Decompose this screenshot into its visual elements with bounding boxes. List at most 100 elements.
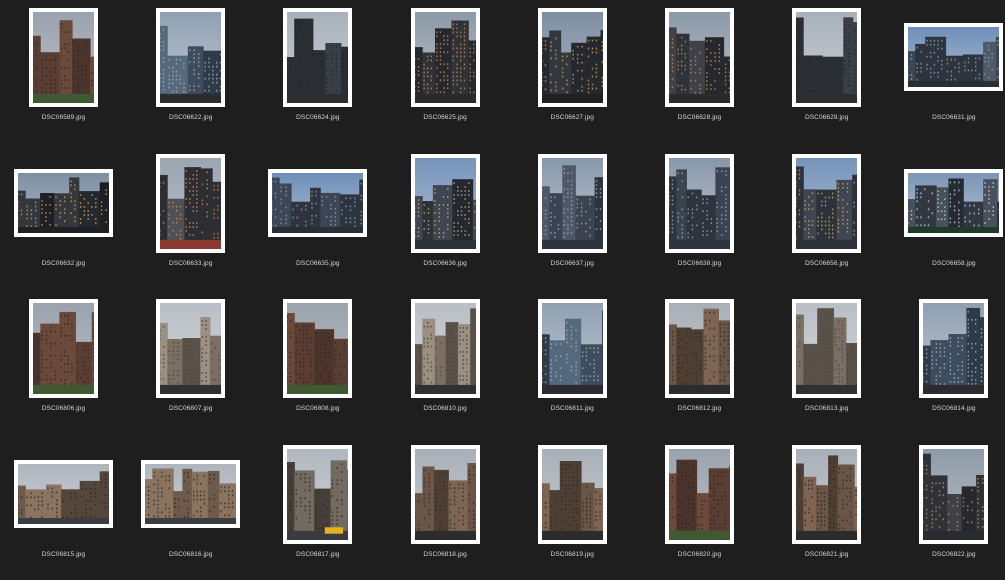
- file-thumbnail-area[interactable]: [254, 294, 381, 398]
- file-item[interactable]: DSC06629.jpg: [763, 3, 890, 143]
- file-name-label[interactable]: DSC06629.jpg: [763, 114, 890, 121]
- file-item[interactable]: DSC06808.jpg: [254, 294, 381, 434]
- photo-thumbnail[interactable]: [538, 299, 607, 398]
- photo-thumbnail[interactable]: [156, 8, 225, 107]
- file-thumbnail-area[interactable]: [0, 440, 127, 544]
- file-item[interactable]: DSC06821.jpg: [763, 440, 890, 580]
- file-item[interactable]: DSC06814.jpg: [890, 294, 1005, 434]
- file-item[interactable]: DSC06625.jpg: [382, 3, 509, 143]
- file-thumbnail-area[interactable]: [509, 440, 636, 544]
- file-item[interactable]: DSC06627.jpg: [509, 3, 636, 143]
- photo-thumbnail[interactable]: [411, 299, 480, 398]
- file-name-label[interactable]: DSC06808.jpg: [254, 405, 381, 412]
- file-name-label[interactable]: DSC06816.jpg: [127, 551, 254, 558]
- photo-thumbnail[interactable]: [29, 299, 98, 398]
- file-thumbnail-area[interactable]: [382, 440, 509, 544]
- photo-thumbnail[interactable]: [665, 154, 734, 253]
- file-item[interactable]: DSC06637.jpg: [509, 149, 636, 289]
- photo-thumbnail[interactable]: [283, 445, 352, 544]
- file-item[interactable]: DSC06822.jpg: [890, 440, 1005, 580]
- file-item[interactable]: DSC06631.jpg: [890, 3, 1005, 143]
- file-item[interactable]: DSC06817.jpg: [254, 440, 381, 580]
- file-name-label[interactable]: DSC06589.jpg: [0, 114, 127, 121]
- file-thumbnail-area[interactable]: [509, 294, 636, 398]
- file-item[interactable]: DSC06633.jpg: [127, 149, 254, 289]
- photo-thumbnail[interactable]: [904, 169, 1003, 237]
- file-thumbnail-area[interactable]: [254, 440, 381, 544]
- photo-thumbnail[interactable]: [283, 299, 352, 398]
- file-name-label[interactable]: DSC06635.jpg: [254, 260, 381, 267]
- photo-thumbnail[interactable]: [29, 8, 98, 107]
- file-thumbnail-area[interactable]: [127, 3, 254, 107]
- file-name-label[interactable]: DSC06819.jpg: [509, 551, 636, 558]
- file-name-label[interactable]: DSC06811.jpg: [509, 405, 636, 412]
- file-thumbnail-area[interactable]: [636, 149, 763, 253]
- photo-thumbnail[interactable]: [411, 154, 480, 253]
- file-thumbnail-area[interactable]: [636, 440, 763, 544]
- file-thumbnail-area[interactable]: [890, 294, 1005, 398]
- file-item[interactable]: DSC06818.jpg: [382, 440, 509, 580]
- file-name-label[interactable]: DSC06807.jpg: [127, 405, 254, 412]
- photo-thumbnail[interactable]: [411, 445, 480, 544]
- file-thumbnail-area[interactable]: [763, 440, 890, 544]
- file-thumbnail-area[interactable]: [763, 149, 890, 253]
- file-thumbnail-area[interactable]: [763, 294, 890, 398]
- file-thumbnail-area[interactable]: [890, 440, 1005, 544]
- file-name-label[interactable]: DSC06658.jpg: [890, 260, 1005, 267]
- file-name-label[interactable]: DSC06622.jpg: [127, 114, 254, 121]
- file-item[interactable]: DSC06622.jpg: [127, 3, 254, 143]
- file-thumbnail-area[interactable]: [0, 149, 127, 253]
- file-item[interactable]: DSC06811.jpg: [509, 294, 636, 434]
- file-item[interactable]: DSC06624.jpg: [254, 3, 381, 143]
- file-thumbnail-area[interactable]: [636, 3, 763, 107]
- file-item[interactable]: DSC06589.jpg: [0, 3, 127, 143]
- file-thumbnail-area[interactable]: [0, 294, 127, 398]
- file-thumbnail-area[interactable]: [636, 294, 763, 398]
- file-item[interactable]: DSC06815.jpg: [0, 440, 127, 580]
- file-item[interactable]: DSC06820.jpg: [636, 440, 763, 580]
- photo-thumbnail[interactable]: [792, 154, 861, 253]
- file-name-label[interactable]: DSC06625.jpg: [382, 114, 509, 121]
- photo-thumbnail[interactable]: [141, 460, 240, 528]
- photo-thumbnail[interactable]: [14, 169, 113, 237]
- file-name-label[interactable]: DSC06813.jpg: [763, 405, 890, 412]
- file-item[interactable]: DSC06658.jpg: [890, 149, 1005, 289]
- photo-thumbnail[interactable]: [665, 299, 734, 398]
- file-thumbnail-area[interactable]: [509, 149, 636, 253]
- file-thumbnail-area[interactable]: [890, 149, 1005, 253]
- file-item[interactable]: DSC06806.jpg: [0, 294, 127, 434]
- photo-thumbnail[interactable]: [792, 445, 861, 544]
- file-name-label[interactable]: DSC06810.jpg: [382, 405, 509, 412]
- photo-thumbnail[interactable]: [904, 23, 1003, 91]
- file-thumbnail-area[interactable]: [763, 3, 890, 107]
- file-item[interactable]: DSC06807.jpg: [127, 294, 254, 434]
- photo-thumbnail[interactable]: [665, 8, 734, 107]
- file-name-label[interactable]: DSC06636.jpg: [382, 260, 509, 267]
- file-name-label[interactable]: DSC06814.jpg: [890, 405, 1005, 412]
- file-thumbnail-area[interactable]: [382, 294, 509, 398]
- file-thumbnail-area[interactable]: [127, 149, 254, 253]
- file-item[interactable]: DSC06628.jpg: [636, 3, 763, 143]
- file-item[interactable]: DSC06819.jpg: [509, 440, 636, 580]
- file-name-label[interactable]: DSC06815.jpg: [0, 551, 127, 558]
- photo-thumbnail[interactable]: [538, 154, 607, 253]
- photo-thumbnail[interactable]: [156, 154, 225, 253]
- file-name-label[interactable]: DSC06806.jpg: [0, 405, 127, 412]
- photo-thumbnail[interactable]: [665, 445, 734, 544]
- file-name-label[interactable]: DSC06628.jpg: [636, 114, 763, 121]
- photo-thumbnail[interactable]: [792, 8, 861, 107]
- file-item[interactable]: DSC06816.jpg: [127, 440, 254, 580]
- file-thumbnail-area[interactable]: [127, 440, 254, 544]
- file-name-label[interactable]: DSC06631.jpg: [890, 114, 1005, 121]
- file-thumbnail-area[interactable]: [890, 3, 1005, 107]
- file-name-label[interactable]: DSC06627.jpg: [509, 114, 636, 121]
- file-name-label[interactable]: DSC06812.jpg: [636, 405, 763, 412]
- file-name-label[interactable]: DSC06821.jpg: [763, 551, 890, 558]
- file-name-label[interactable]: DSC06638.jpg: [636, 260, 763, 267]
- file-item[interactable]: DSC06638.jpg: [636, 149, 763, 289]
- file-item[interactable]: DSC06636.jpg: [382, 149, 509, 289]
- file-name-label[interactable]: DSC06656.jpg: [763, 260, 890, 267]
- file-thumbnail-area[interactable]: [509, 3, 636, 107]
- file-name-label[interactable]: DSC06818.jpg: [382, 551, 509, 558]
- file-item[interactable]: DSC06813.jpg: [763, 294, 890, 434]
